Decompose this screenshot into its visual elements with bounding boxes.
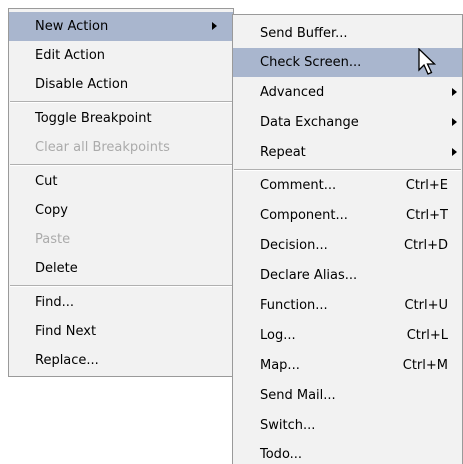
menu-item-send-mail[interactable]: Send Mail... <box>233 381 462 410</box>
menu-item-label: Edit Action <box>35 48 106 63</box>
menu-item-label: Replace... <box>35 353 99 368</box>
menu-item-label: Todo... <box>260 447 303 462</box>
menu-separator <box>10 164 232 166</box>
menu-item-label: Paste <box>35 232 71 247</box>
menu-item-shortcut: Ctrl+U <box>404 298 448 313</box>
menu-item-label: Find Next <box>35 324 97 339</box>
menu-item-function[interactable]: Function... Ctrl+U <box>233 291 462 320</box>
menu-item-label: Comment... <box>260 178 337 193</box>
menu-item-label: Check Screen... <box>260 55 362 70</box>
menu-item-label: Log... <box>260 328 296 343</box>
menu-separator <box>10 285 232 287</box>
menu-item-map[interactable]: Map... Ctrl+M <box>233 351 462 380</box>
menu-item-copy[interactable]: Copy <box>9 196 233 225</box>
menu-item-declare-alias[interactable]: Declare Alias... <box>233 261 462 290</box>
menu-item-shortcut: Ctrl+T <box>406 208 448 223</box>
menu-item-shortcut: Ctrl+E <box>405 178 448 193</box>
menu-item-new-action[interactable]: New Action <box>9 12 233 41</box>
menu-item-label: Repeat <box>260 145 306 160</box>
menu-item-label: Find... <box>35 295 75 310</box>
context-menu: New Action Edit Action Disable Action To… <box>8 8 234 377</box>
menu-item-find[interactable]: Find... <box>9 288 233 317</box>
menu-item-label: Send Mail... <box>260 388 336 403</box>
menu-item-label: Function... <box>260 298 328 313</box>
menu-item-cut[interactable]: Cut <box>9 167 233 196</box>
menu-item-label: New Action <box>35 19 109 34</box>
mouse-pointer-icon <box>418 48 437 75</box>
menu-item-clear-all-breakpoints: Clear all Breakpoints <box>9 133 233 162</box>
menu-item-label: Declare Alias... <box>260 268 358 283</box>
menu-item-shortcut: Ctrl+M <box>402 358 448 373</box>
menu-item-label: Cut <box>35 174 58 189</box>
submenu-arrow-icon <box>452 148 457 156</box>
menu-item-paste: Paste <box>9 225 233 254</box>
menu-item-label: Data Exchange <box>260 115 359 130</box>
menu-item-label: Map... <box>260 358 300 373</box>
menu-item-label: Disable Action <box>35 77 129 92</box>
menu-item-log[interactable]: Log... Ctrl+L <box>233 321 462 350</box>
menu-item-delete[interactable]: Delete <box>9 254 233 283</box>
menu-item-component[interactable]: Component... Ctrl+T <box>233 201 462 230</box>
menu-item-switch[interactable]: Switch... <box>233 411 462 440</box>
menu-item-label: Advanced <box>260 85 325 100</box>
menu-item-label: Clear all Breakpoints <box>35 140 170 155</box>
menu-item-label: Toggle Breakpoint <box>35 111 152 126</box>
menu-item-shortcut: Ctrl+D <box>403 238 448 253</box>
menu-item-disable-action[interactable]: Disable Action <box>9 70 233 99</box>
new-action-submenu: Send Buffer... Check Screen... Advanced … <box>232 14 463 464</box>
menu-item-shortcut: Ctrl+L <box>406 328 448 343</box>
submenu-arrow-icon <box>452 118 457 126</box>
menu-item-label: Switch... <box>260 418 316 433</box>
menu-item-decision[interactable]: Decision... Ctrl+D <box>233 231 462 260</box>
menu-item-find-next[interactable]: Find Next <box>9 317 233 346</box>
menu-item-data-exchange[interactable]: Data Exchange <box>233 108 462 137</box>
menu-item-label: Component... <box>260 208 348 223</box>
menu-item-send-buffer[interactable]: Send Buffer... <box>233 19 462 48</box>
menu-item-edit-action[interactable]: Edit Action <box>9 41 233 70</box>
menu-item-label: Copy <box>35 203 68 218</box>
submenu-arrow-icon <box>212 22 217 30</box>
menu-item-todo[interactable]: Todo... <box>233 440 462 464</box>
menu-item-advanced[interactable]: Advanced <box>233 78 462 107</box>
menu-item-label: Delete <box>35 261 78 276</box>
menu-item-toggle-breakpoint[interactable]: Toggle Breakpoint <box>9 104 233 133</box>
screen: New Action Edit Action Disable Action To… <box>0 0 463 464</box>
menu-item-replace[interactable]: Replace... <box>9 346 233 375</box>
menu-item-comment[interactable]: Comment... Ctrl+E <box>233 171 462 200</box>
menu-item-label: Send Buffer... <box>260 26 348 41</box>
menu-separator <box>10 101 232 103</box>
submenu-arrow-icon <box>452 88 457 96</box>
menu-item-label: Decision... <box>260 238 328 253</box>
menu-item-repeat[interactable]: Repeat <box>233 138 462 167</box>
